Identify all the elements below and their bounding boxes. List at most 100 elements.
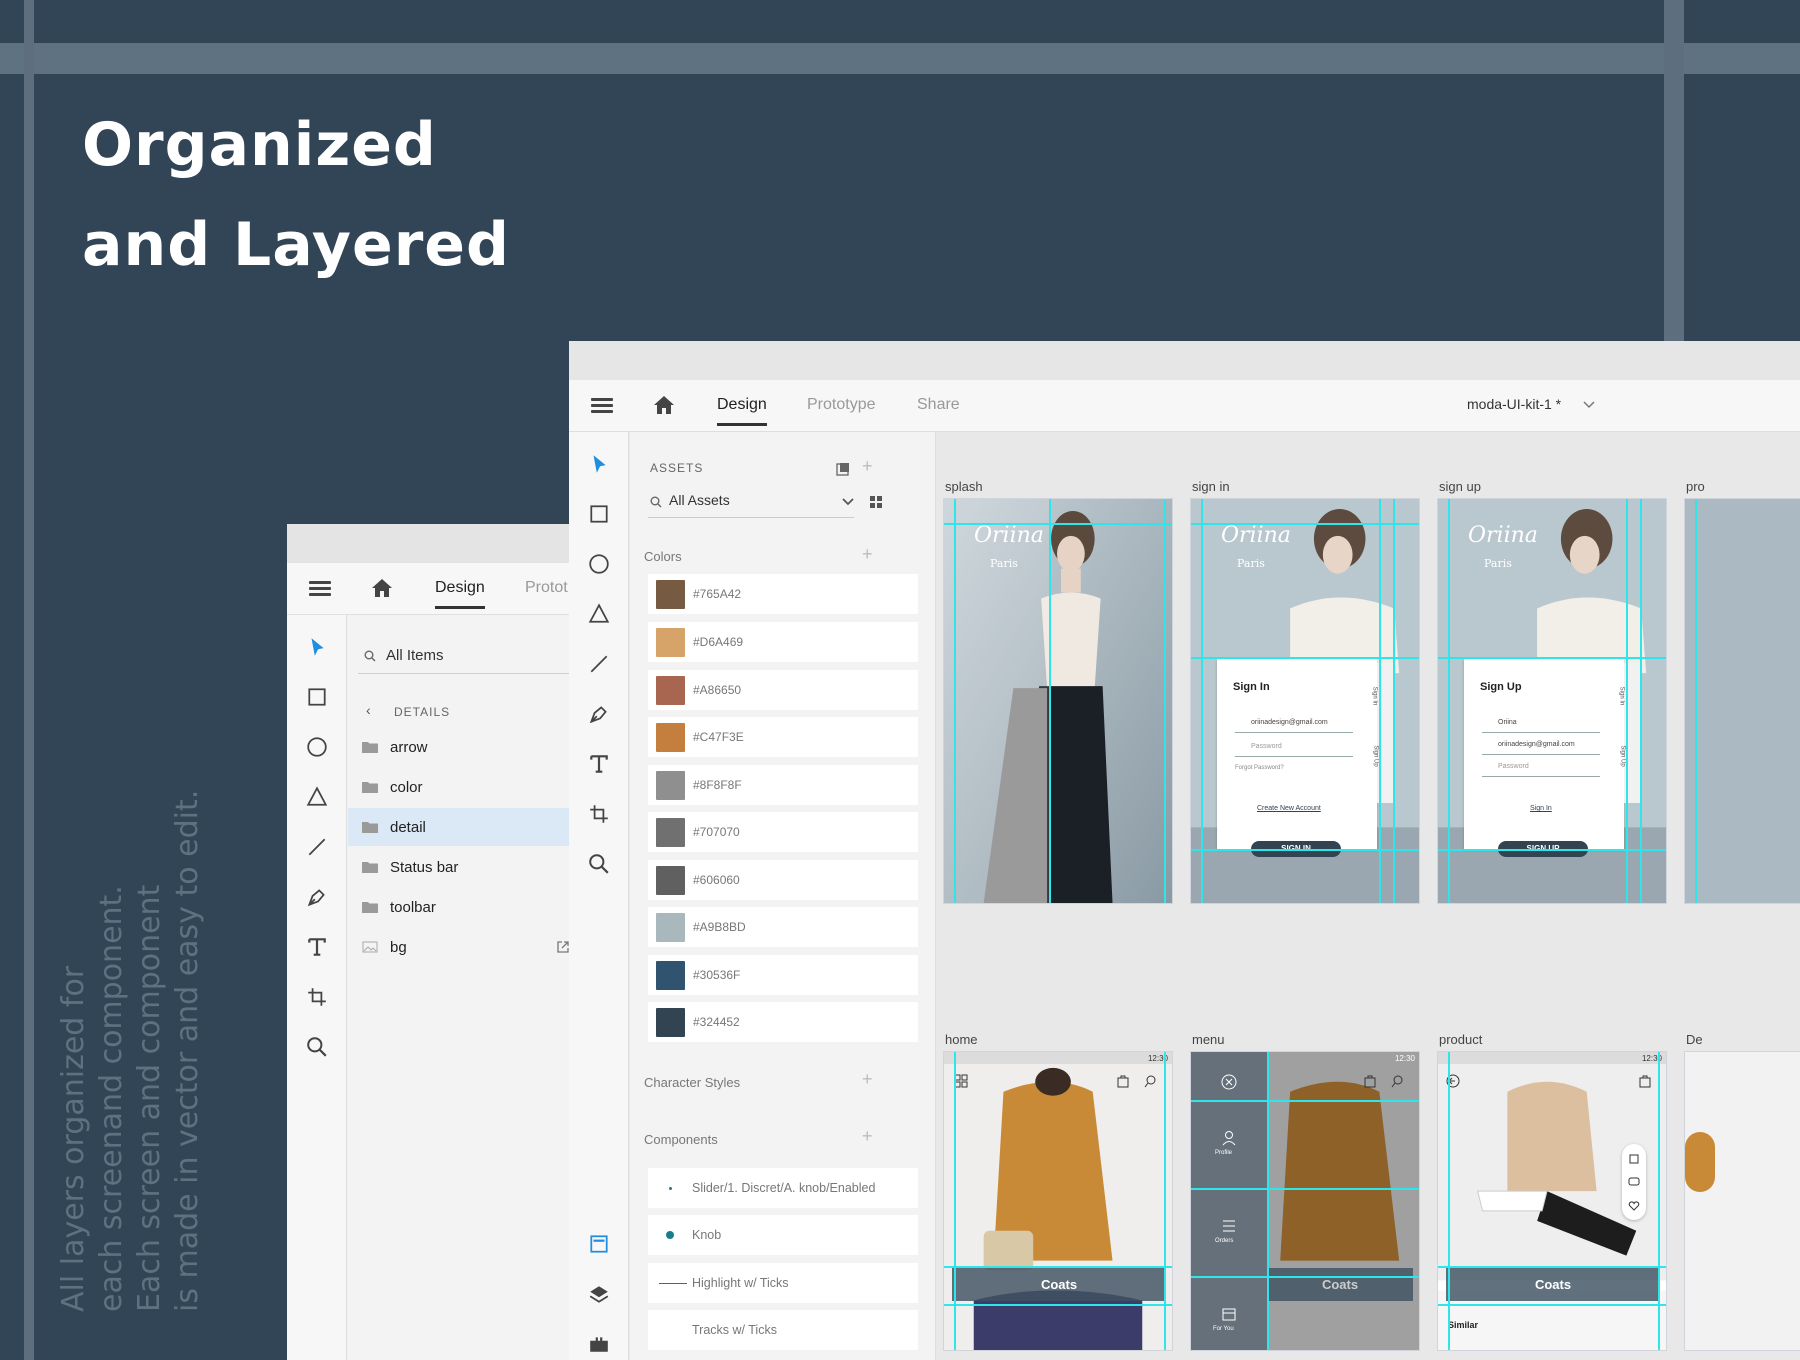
plugins-icon[interactable]: [587, 1332, 611, 1356]
rectangle-tool-icon[interactable]: [305, 685, 329, 709]
zoom-tool-icon[interactable]: [305, 1035, 329, 1059]
artboard-label-sign-up[interactable]: sign up: [1439, 479, 1481, 494]
chevron-down-icon[interactable]: [1583, 401, 1595, 409]
password-field[interactable]: Password: [1235, 743, 1353, 757]
search-input[interactable]: All Items: [386, 647, 444, 664]
search-icon[interactable]: [1144, 1074, 1158, 1088]
pen-tool-icon[interactable]: [587, 702, 611, 726]
component-row[interactable]: Highlight w/ Ticks: [648, 1263, 918, 1303]
sign-in-link[interactable]: Sign In: [1530, 805, 1552, 812]
hamburger-menu-icon[interactable]: [591, 398, 613, 414]
artboard-tool-icon[interactable]: [587, 802, 611, 826]
side-tab-sign-up[interactable]: Sign Up: [1620, 745, 1626, 766]
orders-icon[interactable]: [1221, 1218, 1237, 1234]
select-tool-icon[interactable]: [305, 635, 329, 659]
add-component-icon[interactable]: +: [862, 1126, 873, 1147]
artboard-menu[interactable]: 12:30 Profile Orders For You Coats: [1190, 1051, 1420, 1351]
side-tab-sign-in[interactable]: Sign In: [1618, 687, 1624, 706]
line-tool-icon[interactable]: [305, 835, 329, 859]
text-tool-icon[interactable]: [305, 935, 329, 959]
rectangle-tool-icon[interactable]: [587, 502, 611, 526]
artboard-label-splash[interactable]: splash: [945, 479, 983, 494]
password-field[interactable]: Password: [1482, 763, 1600, 777]
assets-panel-icon[interactable]: [587, 1232, 611, 1256]
category-banner[interactable]: Coats: [1267, 1268, 1413, 1301]
text-tool-icon[interactable]: [587, 752, 611, 776]
color-swatch-row[interactable]: #D6A469: [648, 622, 918, 662]
tab-share[interactable]: Share: [917, 396, 960, 414]
artboard-label-home[interactable]: home: [945, 1032, 978, 1047]
hamburger-menu-icon[interactable]: [309, 581, 331, 597]
grid-menu-icon[interactable]: [954, 1074, 968, 1088]
document-title[interactable]: moda-UI-kit-1 *: [1467, 396, 1561, 412]
category-banner[interactable]: Coats: [1446, 1268, 1660, 1301]
profile-icon[interactable]: [1221, 1130, 1237, 1146]
for-you-icon[interactable]: [1221, 1306, 1237, 1322]
category-banner[interactable]: Coats: [952, 1268, 1166, 1301]
color-swatch-row[interactable]: #606060: [648, 860, 918, 900]
artboard-product-partial[interactable]: [1684, 498, 1800, 904]
ellipse-tool-icon[interactable]: [587, 552, 611, 576]
bag-icon[interactable]: [1628, 1152, 1640, 1164]
zoom-tool-icon[interactable]: [587, 852, 611, 876]
open-library-icon[interactable]: [836, 462, 850, 476]
back-chevron-icon[interactable]: ‹: [366, 702, 371, 718]
heart-icon[interactable]: [1628, 1200, 1640, 1212]
email-field[interactable]: oriinadesign@gmail.com: [1482, 741, 1600, 755]
component-row[interactable]: Tracks w/ Ticks: [648, 1310, 918, 1350]
cart-icon[interactable]: [1116, 1074, 1130, 1088]
tab-prototype[interactable]: Protot: [525, 579, 568, 597]
close-icon[interactable]: [1221, 1074, 1237, 1090]
artboard-label-sign-in[interactable]: sign in: [1192, 479, 1230, 494]
artboard-product[interactable]: 12:30 Coats Similar: [1437, 1051, 1667, 1351]
artboard-label-menu[interactable]: menu: [1192, 1032, 1225, 1047]
pen-tool-icon[interactable]: [305, 885, 329, 909]
artboard-label-detail[interactable]: De: [1686, 1032, 1703, 1047]
artboard-splash[interactable]: Oriina Paris: [943, 498, 1173, 904]
side-tab-sign-in[interactable]: Sign In: [1371, 687, 1377, 706]
assets-filter-select[interactable]: All Assets: [669, 492, 730, 508]
artboard-label-product[interactable]: product: [1439, 1032, 1482, 1047]
menu-item-orders[interactable]: Orders: [1215, 1238, 1233, 1244]
polygon-tool-icon[interactable]: [587, 602, 611, 626]
side-tab-sign-up[interactable]: Sign Up: [1373, 745, 1379, 766]
line-tool-icon[interactable]: [587, 652, 611, 676]
component-row[interactable]: Knob: [648, 1215, 918, 1255]
grid-view-icon[interactable]: [870, 496, 882, 508]
polygon-tool-icon[interactable]: [305, 785, 329, 809]
artboard-home[interactable]: 12:30 Coats: [943, 1051, 1173, 1351]
tab-prototype[interactable]: Prototype: [807, 396, 875, 414]
email-field[interactable]: oriinadesign@gmail.com: [1235, 719, 1353, 733]
color-swatch-row[interactable]: #8F8F8F: [648, 765, 918, 805]
cart-icon[interactable]: [1638, 1074, 1652, 1088]
layers-panel-icon[interactable]: [587, 1282, 611, 1306]
add-asset-icon[interactable]: +: [862, 456, 873, 477]
tab-design[interactable]: Design: [435, 579, 485, 609]
ellipse-tool-icon[interactable]: [305, 735, 329, 759]
forgot-password-link[interactable]: Forgot Password?: [1235, 765, 1284, 771]
artboard-tool-icon[interactable]: [305, 985, 329, 1009]
artboard-label-product[interactable]: pro: [1686, 479, 1705, 494]
comment-icon[interactable]: [1628, 1176, 1640, 1188]
external-link-icon[interactable]: [556, 940, 570, 954]
select-tool-icon[interactable]: [587, 452, 611, 476]
home-icon[interactable]: [653, 395, 675, 415]
tab-design[interactable]: Design: [717, 396, 767, 426]
color-swatch-row[interactable]: #707070: [648, 812, 918, 852]
color-swatch-row[interactable]: #C47F3E: [648, 717, 918, 757]
home-icon[interactable]: [371, 578, 393, 598]
add-color-icon[interactable]: +: [862, 544, 873, 565]
menu-item-profile[interactable]: Profile: [1215, 1150, 1232, 1156]
color-swatch-row[interactable]: #30536F: [648, 955, 918, 995]
add-character-style-icon[interactable]: +: [862, 1069, 873, 1090]
artboard-sign-in[interactable]: Oriina Paris Sign In oriinadesign@gmail.…: [1190, 498, 1420, 904]
name-field[interactable]: Oriina: [1482, 719, 1600, 733]
component-row[interactable]: Slider/1. Discret/A. knob/Enabled: [648, 1168, 918, 1208]
color-swatch-row[interactable]: #A9B8BD: [648, 907, 918, 947]
color-swatch-row[interactable]: #324452: [648, 1002, 918, 1042]
search-icon[interactable]: [1391, 1074, 1405, 1088]
cart-icon[interactable]: [1363, 1074, 1377, 1088]
chevron-down-icon[interactable]: [842, 498, 854, 506]
artboard-sign-up[interactable]: Oriina Paris Sign Up Oriina oriinadesign…: [1437, 498, 1667, 904]
design-canvas[interactable]: splash sign in sign up pro Oriina Paris: [936, 432, 1800, 1360]
